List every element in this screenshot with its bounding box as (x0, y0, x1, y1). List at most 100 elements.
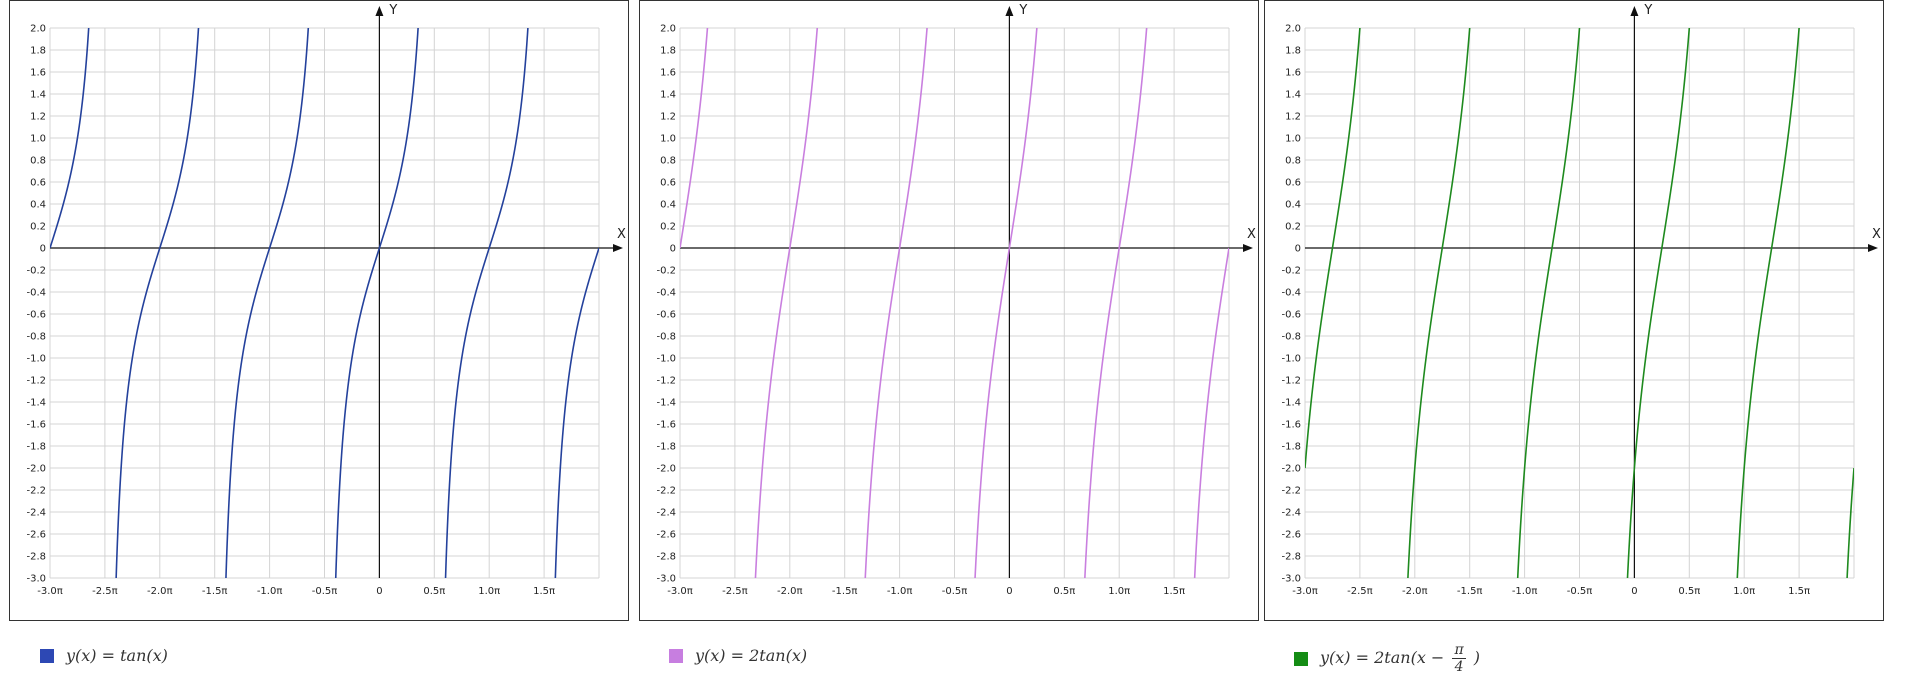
y-tick-label: 0.2 (1285, 222, 1301, 233)
y-tick-label: 0.6 (1285, 178, 1301, 189)
legend-fraction-3: π 4 (1452, 642, 1466, 675)
y-tick-label: 1.6 (660, 68, 676, 79)
y-tick-label: -0.2 (656, 266, 676, 277)
y-tick-label: 0.2 (660, 222, 676, 233)
x-tick-label: -2.0π (147, 586, 173, 597)
x-tick-label: 0.5π (1053, 586, 1075, 597)
chart-panel-2: X Y 2.0 1.8 1.6 1.4 1.2 1.0 0.8 0.6 0.4 0.2 0 -0.2 -0.… (639, 0, 1259, 621)
legend-swatch-1 (40, 648, 54, 663)
y-tick-label: 1.8 (1285, 46, 1301, 57)
y-tick-label: 1.8 (660, 46, 676, 57)
y-tick-label: -1.2 (656, 376, 676, 387)
x-tick-label: -1.0π (887, 586, 913, 597)
legend-formula-2: y(x) = 2tan(x) (695, 646, 808, 665)
y-tick-label: -2.8 (656, 552, 676, 563)
y-tick-label: -0.8 (1281, 332, 1301, 343)
chart-panel-1: X Y 2.0 1.8 1.6 1.4 1.2 1.0 0.8 0.6 0.4 0.2 0 -0.2 -0.… (9, 0, 629, 621)
x-tick-label: 1.5π (533, 586, 555, 597)
x-tick-label: -1.0π (1512, 586, 1538, 597)
chart-svg-1: X Y 2.0 1.8 1.6 1.4 1.2 1.0 0.8 0.6 0.4 0.2 0 -0.2 -0.… (9, 0, 629, 621)
y-tick-label: 0 (670, 244, 676, 255)
y-tick-label: -2.6 (26, 530, 46, 541)
x-tick-label: -2.5π (1347, 586, 1373, 597)
y-tick-label: 2.0 (30, 24, 46, 35)
x-tick-label: 0 (1006, 586, 1012, 597)
x-tick-label: -1.5π (832, 586, 858, 597)
y-tick-label: 0.4 (660, 200, 676, 211)
x-tick-label: -0.5π (312, 586, 338, 597)
x-tick-label: -0.5π (1567, 586, 1593, 597)
y-tick-label: 1.0 (660, 134, 676, 145)
x-tick-label: 1.0π (1733, 586, 1755, 597)
y-tick-label: -1.4 (656, 398, 676, 409)
x-tick-label: -3.0π (667, 586, 693, 597)
y-tick-label: -2.0 (1281, 464, 1301, 475)
x-axis-name: X (1247, 227, 1256, 242)
y-tick-label: 0.6 (660, 178, 676, 189)
legend-1: y(x) = tan(x) (40, 646, 168, 665)
y-tick-label: -2.4 (26, 508, 46, 519)
y-tick-label: 1.6 (30, 68, 46, 79)
x-tick-label: 1.5π (1163, 586, 1185, 597)
y-tick-label: -0.6 (656, 310, 676, 321)
y-tick-label: 0.8 (30, 156, 46, 167)
y-tick-label: -0.4 (656, 288, 676, 299)
legend-formula-3-prefix: y(x) = 2tan(x − (1320, 648, 1445, 667)
y-tick-label: -0.2 (26, 266, 46, 277)
y-tick-label: -1.0 (1281, 354, 1301, 365)
y-tick-label: -1.0 (26, 354, 46, 365)
x-tick-label: -2.5π (722, 586, 748, 597)
y-tick-label: 1.4 (1285, 90, 1301, 101)
x-tick-label: 0 (1631, 586, 1637, 597)
y-tick-label: 1.4 (660, 90, 676, 101)
y-tick-label: -0.6 (26, 310, 46, 321)
y-tick-label: -2.0 (656, 464, 676, 475)
y-tick-label: -1.8 (656, 442, 676, 453)
y-tick-label: 0.2 (30, 222, 46, 233)
y-tick-label: -1.6 (1281, 420, 1301, 431)
y-tick-label: -0.4 (1281, 288, 1301, 299)
y-tick-label: -2.2 (26, 486, 46, 497)
y-axis-name: Y (1643, 3, 1652, 18)
y-tick-label: -2.2 (656, 486, 676, 497)
y-tick-label: 2.0 (660, 24, 676, 35)
legend-2: y(x) = 2tan(x) (669, 646, 807, 665)
x-axis-name: X (1872, 227, 1881, 242)
y-tick-label: -2.6 (1281, 530, 1301, 541)
y-tick-label: -3.0 (1281, 574, 1301, 585)
y-tick-label: -1.4 (26, 398, 46, 409)
y-tick-label: 0.8 (660, 156, 676, 167)
y-tick-label: 0.4 (1285, 200, 1301, 211)
y-axis-name: Y (388, 3, 397, 18)
x-tick-label: -1.0π (257, 586, 283, 597)
y-tick-label: -0.4 (26, 288, 46, 299)
y-tick-label: 0.8 (1285, 156, 1301, 167)
y-axis-name: Y (1018, 3, 1027, 18)
chart-svg-2: X Y 2.0 1.8 1.6 1.4 1.2 1.0 0.8 0.6 0.4 0.2 0 -0.2 -0.… (639, 0, 1259, 621)
y-tick-label: -0.2 (1281, 266, 1301, 277)
legend-3: y(x) = 2tan(x − π 4 ) (1294, 642, 1480, 675)
y-tick-label: -1.6 (656, 420, 676, 431)
y-tick-label: 1.2 (660, 112, 676, 123)
y-tick-label: 0.6 (30, 178, 46, 189)
y-tick-label: -1.2 (26, 376, 46, 387)
y-tick-label: -2.4 (656, 508, 676, 519)
legend-fraction-den-3: 4 (1454, 659, 1464, 675)
y-tick-label: 1.8 (30, 46, 46, 57)
y-tick-label: 1.0 (30, 134, 46, 145)
x-tick-label: -3.0π (1292, 586, 1318, 597)
y-tick-label: 1.2 (30, 112, 46, 123)
chart-svg-3: X Y 2.0 1.8 1.6 1.4 1.2 1.0 0.8 0.6 0.4 0.2 0 -0.2 -0.… (1264, 0, 1884, 621)
y-tick-label: -2.4 (1281, 508, 1301, 519)
x-tick-label: -2.5π (92, 586, 118, 597)
x-tick-label: 0.5π (423, 586, 445, 597)
x-tick-label: 1.0π (1108, 586, 1130, 597)
y-tick-label: -1.2 (1281, 376, 1301, 387)
legend-formula-3-suffix: ) (1473, 648, 1480, 667)
y-tick-label: -1.8 (26, 442, 46, 453)
x-tick-label: -0.5π (942, 586, 968, 597)
x-tick-label: -3.0π (37, 586, 63, 597)
y-tick-label: -2.8 (26, 552, 46, 563)
y-tick-label: -1.0 (656, 354, 676, 365)
x-tick-label: 1.0π (478, 586, 500, 597)
